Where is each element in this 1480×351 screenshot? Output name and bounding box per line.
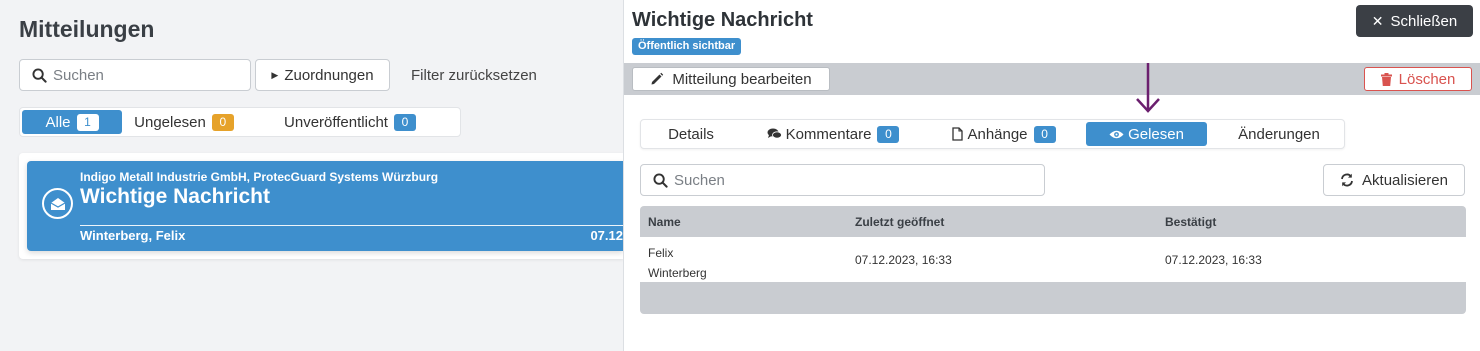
delete-button[interactable]: Löschen — [1364, 67, 1472, 91]
tab-changes[interactable]: Änderungen — [1217, 122, 1341, 146]
arrow-down-icon — [1136, 63, 1160, 113]
file-icon — [952, 127, 964, 141]
column-header-name[interactable]: Name — [648, 215, 681, 229]
filter-unpublished[interactable]: Unveröffentlicht 0 — [246, 110, 454, 134]
table-header: Name Zuletzt geöffnet Bestätigt — [640, 206, 1466, 237]
comments-icon — [767, 128, 782, 139]
assignments-label: Zuordnungen — [284, 66, 374, 84]
cell-name: Felix Winterberg — [648, 243, 728, 283]
tab-comments[interactable]: Kommentare 0 — [753, 122, 913, 146]
table-row: Felix Winterberg 07.12.2023, 16:33 07.12… — [640, 237, 1466, 282]
cell-confirmed: 07.12.2023, 16:33 — [1165, 253, 1262, 267]
pencil-icon — [651, 72, 664, 85]
filter-unread[interactable]: Ungelesen 0 — [122, 110, 246, 134]
message-author: Winterberg, Felix — [80, 228, 186, 243]
refresh-icon — [1341, 173, 1353, 187]
close-icon: ✕ — [1371, 12, 1384, 29]
filter-all-label: Alle — [45, 113, 71, 131]
message-list-item[interactable]: Indigo Metall Industrie GmbH, ProtecGuar… — [27, 161, 623, 251]
close-button[interactable]: ✕ Schließen — [1356, 5, 1473, 37]
close-label: Schließen — [1390, 12, 1458, 30]
readers-search-input[interactable] — [674, 171, 1014, 189]
tab-details[interactable]: Details — [645, 122, 737, 146]
tab-attachments[interactable]: Anhänge 0 — [944, 122, 1064, 146]
filter-unread-label: Ungelesen — [134, 113, 206, 131]
filter-unpublished-count: 0 — [393, 113, 416, 131]
message-filter-tabs: Alle 1 Ungelesen 0 Unveröffentlicht 0 — [19, 107, 461, 137]
column-header-last-opened[interactable]: Zuletzt geöffnet — [855, 215, 944, 229]
search-icon — [653, 172, 668, 188]
page-title: Mitteilungen — [19, 16, 155, 42]
tab-comments-label: Kommentare — [785, 125, 872, 143]
tab-read[interactable]: Gelesen — [1086, 122, 1207, 146]
message-date: 07.12 — [590, 228, 623, 243]
search-field[interactable] — [19, 59, 251, 91]
column-header-confirmed[interactable]: Bestätigt — [1165, 215, 1216, 229]
edit-message-label: Mitteilung bearbeiten — [672, 70, 812, 88]
detail-toolbar: Mitteilung bearbeiten Löschen — [624, 63, 1480, 95]
filter-all[interactable]: Alle 1 — [22, 110, 122, 134]
eye-icon — [1109, 130, 1124, 138]
divider — [80, 225, 623, 226]
search-icon — [32, 67, 47, 83]
messages-list-panel: Mitteilungen ▶ Zuordnungen Filter zurück… — [0, 0, 623, 351]
tab-changes-label: Änderungen — [1238, 125, 1320, 143]
filter-unread-count: 0 — [211, 113, 234, 131]
visibility-badge: Öffentlich sichtbar — [632, 38, 742, 55]
tab-read-label: Gelesen — [1128, 125, 1184, 143]
trash-icon — [1380, 72, 1392, 86]
tab-details-label: Details — [668, 125, 714, 143]
message-title: Wichtige Nachricht — [80, 185, 271, 208]
caret-right-icon: ▶ — [271, 69, 279, 80]
cell-name-last: Winterberg — [648, 266, 707, 280]
filter-reset-link[interactable]: Filter zurücksetzen — [411, 67, 537, 84]
tab-attachments-count: 0 — [1033, 125, 1056, 143]
delete-label: Löschen — [1398, 70, 1456, 88]
refresh-button[interactable]: Aktualisieren — [1323, 164, 1465, 196]
detail-title: Wichtige Nachricht — [632, 9, 813, 31]
cell-last-opened: 07.12.2023, 16:33 — [855, 253, 952, 267]
search-input[interactable] — [53, 66, 223, 84]
readers-table: Name Zuletzt geöffnet Bestätigt Felix Wi… — [640, 206, 1466, 314]
cell-name-first: Felix — [648, 246, 674, 260]
readers-search-field[interactable] — [640, 164, 1045, 196]
tab-comments-count: 0 — [877, 125, 900, 143]
message-detail-panel: Wichtige Nachricht Öffentlich sichtbar ✕… — [623, 0, 1480, 351]
filter-unpublished-label: Unveröffentlicht — [284, 113, 388, 131]
assignments-button[interactable]: ▶ Zuordnungen — [255, 59, 390, 91]
detail-tabs: Details Kommentare 0 Anhänge 0 Gelesen Ä… — [640, 119, 1345, 149]
message-recipients: Indigo Metall Industrie GmbH, ProtecGuar… — [80, 170, 439, 184]
envelope-open-icon — [42, 188, 73, 219]
tab-attachments-label: Anhänge — [967, 125, 1028, 143]
filter-all-count: 1 — [76, 113, 99, 131]
edit-message-button[interactable]: Mitteilung bearbeiten — [632, 67, 830, 91]
refresh-label: Aktualisieren — [1362, 171, 1448, 189]
